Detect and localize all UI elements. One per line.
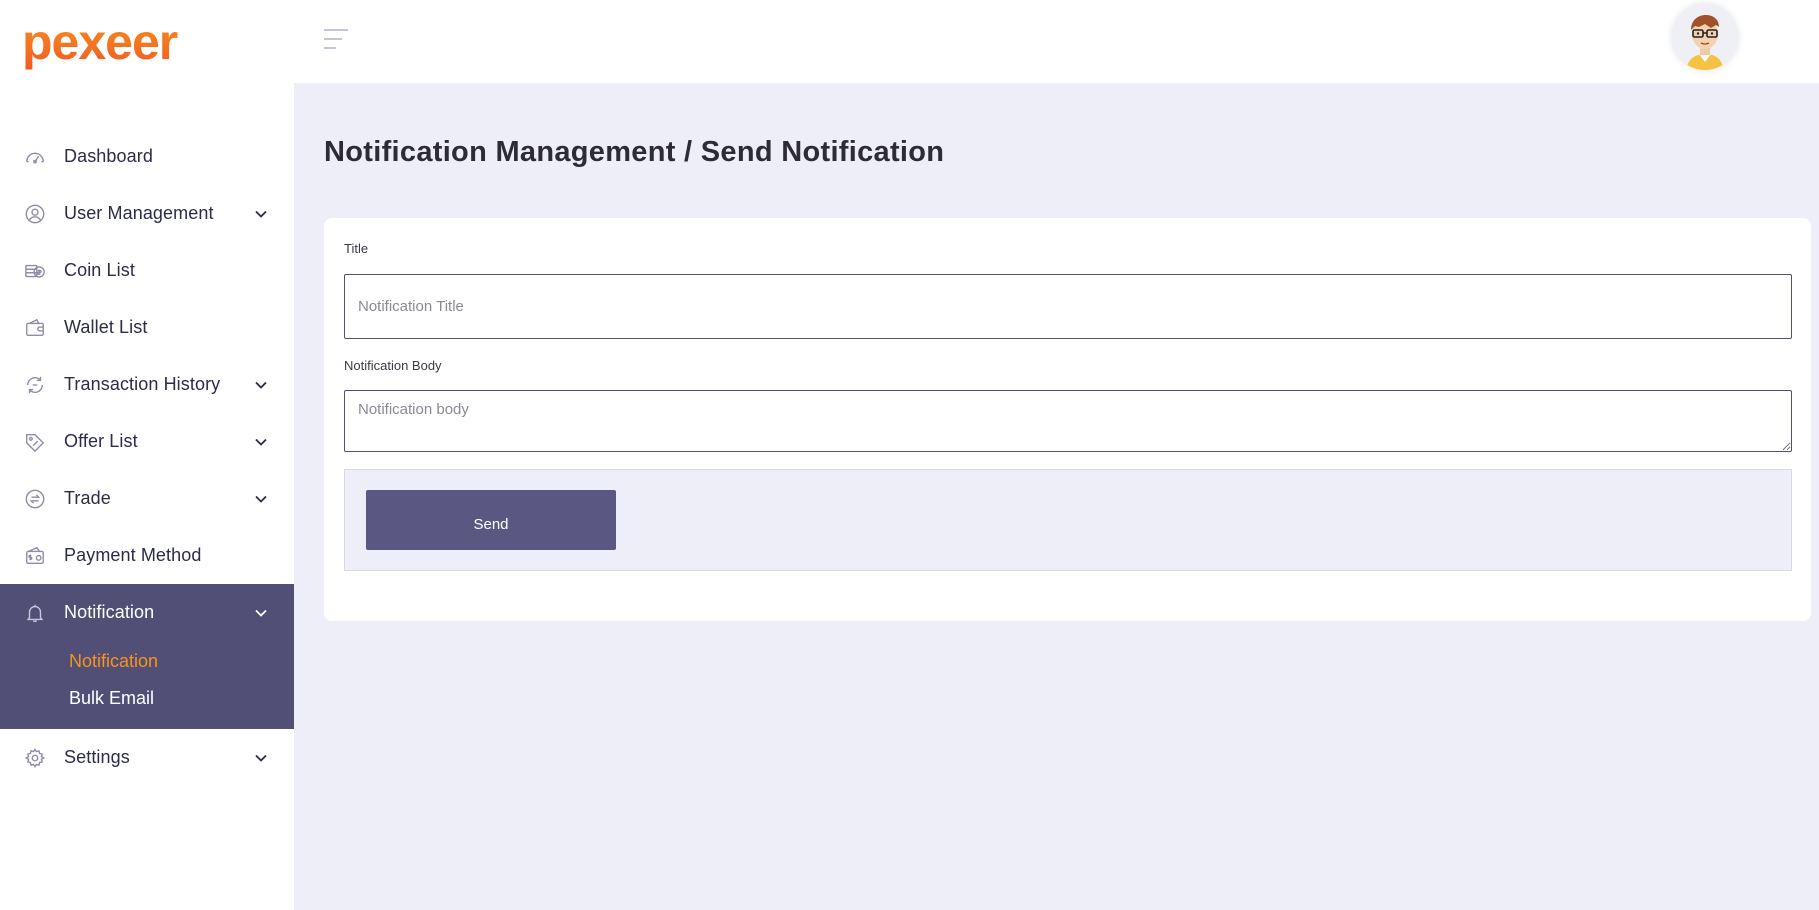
sidebar-item-label: Settings — [64, 747, 130, 767]
send-button[interactable]: Send — [366, 490, 616, 550]
dashboard-icon — [24, 146, 46, 168]
submenu-item-bulk-email[interactable]: Bulk Email — [0, 680, 294, 717]
title-label: Title — [344, 241, 369, 256]
sidebar-item-label: Offer List — [64, 431, 138, 451]
chevron-down-icon — [255, 495, 267, 503]
chevron-down-icon — [255, 754, 267, 762]
sidebar-item-label: Transaction History — [64, 374, 221, 394]
sidebar-item-trade[interactable]: Trade — [0, 470, 294, 527]
sidebar-group-notification: Notification Notification Bulk Email — [0, 584, 294, 729]
sidebar-item-dashboard[interactable]: Dashboard — [0, 128, 294, 185]
sidebar-item-notification[interactable]: Notification — [0, 584, 294, 641]
sidebar-item-label: User Management — [64, 203, 214, 223]
trade-icon — [24, 488, 46, 510]
gear-icon — [24, 747, 46, 769]
payment-icon — [24, 545, 46, 567]
sidebar-item-label: Wallet List — [64, 317, 148, 337]
hamburger-icon[interactable] — [323, 28, 349, 50]
chevron-down-icon — [255, 609, 267, 617]
sidebar-nav: Dashboard User Management Coin List Wall… — [0, 128, 294, 786]
sidebar-item-label: Dashboard — [64, 146, 153, 166]
form-actions: Send — [344, 469, 1792, 571]
chevron-down-icon — [255, 210, 267, 218]
send-notification-form: Title Notification Body Send — [324, 218, 1811, 621]
notification-submenu: Notification Bulk Email — [0, 641, 294, 729]
sidebar-item-user-management[interactable]: User Management — [0, 185, 294, 242]
notification-body-input[interactable] — [344, 390, 1792, 452]
brand-logo[interactable]: pexeer — [22, 10, 187, 82]
sidebar-item-label: Payment Method — [64, 545, 202, 565]
user-avatar[interactable] — [1672, 4, 1738, 70]
submenu-item-notification[interactable]: Notification — [0, 643, 294, 680]
sidebar-item-wallet-list[interactable]: Wallet List — [0, 299, 294, 356]
wallet-icon — [24, 317, 46, 339]
sidebar-item-settings[interactable]: Settings — [0, 729, 294, 786]
top-header — [294, 0, 1819, 83]
sidebar-item-transaction-history[interactable]: Transaction History — [0, 356, 294, 413]
offer-tag-icon — [24, 431, 46, 453]
sidebar: pexeer Dashboard User Management Coin Li… — [0, 0, 294, 910]
body-label: Notification Body — [344, 358, 442, 373]
sidebar-item-offer-list[interactable]: Offer List — [0, 413, 294, 470]
page-title: Notification Management / Send Notificat… — [324, 136, 945, 168]
pexeer-logo: pexeer — [22, 15, 179, 70]
sidebar-item-coin-list[interactable]: Coin List — [0, 242, 294, 299]
chevron-down-icon — [255, 438, 267, 446]
user-icon — [24, 203, 46, 225]
sidebar-item-label: Notification — [64, 602, 155, 622]
bell-icon — [24, 602, 46, 624]
transaction-icon — [24, 374, 46, 396]
avatar-illustration — [1672, 4, 1738, 70]
notification-title-input[interactable] — [344, 274, 1792, 339]
svg-text:pexeer: pexeer — [22, 15, 178, 70]
sidebar-item-label: Coin List — [64, 260, 135, 280]
sidebar-item-payment-method[interactable]: Payment Method — [0, 527, 294, 584]
sidebar-item-label: Trade — [64, 488, 111, 508]
coin-icon — [24, 260, 46, 282]
chevron-down-icon — [255, 381, 267, 389]
